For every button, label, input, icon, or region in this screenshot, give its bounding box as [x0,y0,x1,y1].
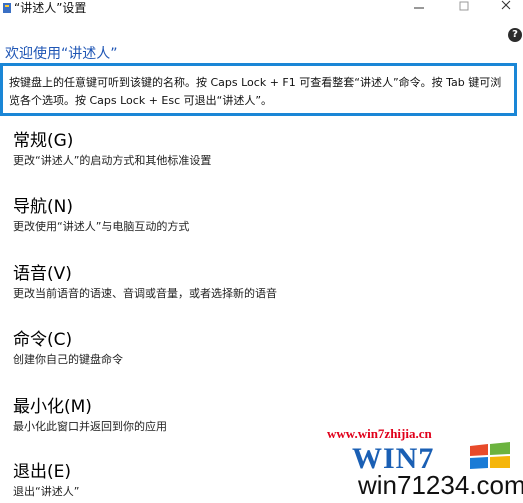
menu-item-label[interactable]: 语音(V) [13,264,313,284]
menu-item-label[interactable]: 命令(C) [13,330,313,350]
menu-item-desc: 退出“讲述人” [13,485,80,498]
window-title: “讲述人”设置 [14,1,87,15]
close-button[interactable] [486,0,523,20]
windows-flag-icon [470,442,510,469]
menu-item-label[interactable]: 退出(E) [13,462,313,482]
logo-domain: win71234.com [358,470,523,500]
menu-item-commands[interactable]: 命令(C) 创建你自己的键盘命令 [13,330,313,367]
menu-item-label[interactable]: 导航(N) [13,197,313,217]
menu-item-desc: 更改当前语音的语速、音调或音量，或者选择新的语音 [13,287,277,300]
menu-item-voice[interactable]: 语音(V) 更改当前语音的语速、音调或音量，或者选择新的语音 [13,264,313,301]
watermark-logo: WIN7 win71234.com [340,440,523,503]
menu-item-navigation[interactable]: 导航(N) 更改使用“讲述人”与电脑互动的方式 [13,197,313,234]
title-bar: “讲述人”设置 [0,0,523,22]
menu-item-label[interactable]: 常规(G) [13,131,313,151]
menu-item-desc: 更改“讲述人”的启动方式和其他标准设置 [13,154,212,167]
help-icon[interactable]: ? [508,28,522,42]
menu-item-minimize[interactable]: 最小化(M) 最小化此窗口并返回到你的应用 [13,397,313,434]
maximize-button[interactable] [444,0,484,20]
minimize-button[interactable] [398,0,438,20]
menu-item-label[interactable]: 最小化(M) [13,397,313,417]
menu-item-desc: 最小化此窗口并返回到你的应用 [13,420,167,433]
narrator-app-icon [3,3,11,13]
menu-item-general[interactable]: 常规(G) 更改“讲述人”的启动方式和其他标准设置 [13,131,313,168]
welcome-heading: 欢迎使用“讲述人” [5,46,118,62]
menu-item-desc: 创建你自己的键盘命令 [13,353,123,366]
menu-item-exit[interactable]: 退出(E) 退出“讲述人” [13,462,313,499]
menu-item-desc: 更改使用“讲述人”与电脑互动的方式 [13,220,190,233]
info-box: 按键盘上的任意键可听到该键的名称。按 Caps Lock + F1 可查看整套“… [0,63,517,116]
